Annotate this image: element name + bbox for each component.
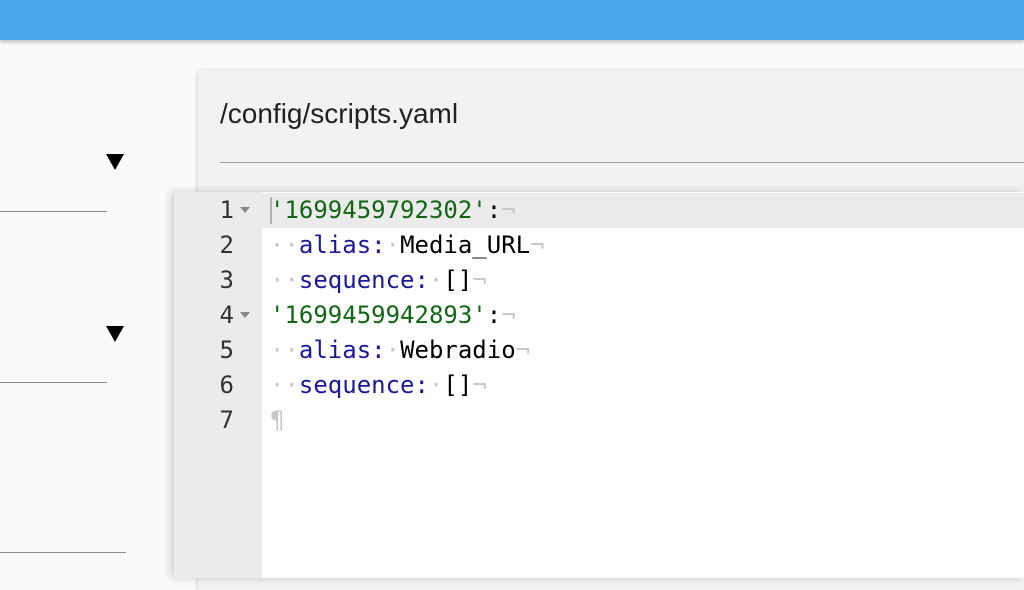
code-line[interactable]: 4 '1699459942893':¬ bbox=[174, 298, 1024, 333]
code-token: alias bbox=[298, 231, 372, 259]
code-token: [] bbox=[443, 266, 473, 294]
code-token: : bbox=[486, 196, 502, 224]
code-token: ¬ bbox=[472, 371, 487, 399]
code-token: : bbox=[486, 301, 502, 329]
code-token: · bbox=[428, 371, 444, 399]
code-token: '1699459792302' bbox=[270, 196, 487, 224]
left-panel bbox=[0, 40, 200, 578]
code-line[interactable]: 2 ··alias:·Media_URL¬ bbox=[174, 228, 1024, 263]
code-token: ·· bbox=[270, 231, 299, 259]
code-token: ¬ bbox=[530, 231, 545, 259]
field-underline bbox=[0, 382, 107, 383]
code-editor[interactable]: 1'1699459792302':¬ 2 ··alias:·Media_URL¬ 3 ·… bbox=[174, 192, 1024, 578]
fold-toggle-icon[interactable] bbox=[240, 207, 250, 213]
code-line[interactable]: 5 ··alias:·Webradio¬ bbox=[174, 333, 1024, 368]
code-line[interactable]: 1 '1699459792302':¬ bbox=[174, 193, 1024, 228]
field-underline bbox=[0, 552, 126, 553]
code-token: ¬ bbox=[501, 301, 516, 329]
code-line[interactable]: 6 ··sequence:·[]¬ bbox=[174, 368, 1024, 403]
code-token: · bbox=[385, 231, 401, 259]
file-path-title: /config/scripts.yaml bbox=[220, 98, 459, 129]
code-text: ··alias:·Media_URL¬ bbox=[270, 228, 545, 263]
code-token: ·· bbox=[270, 371, 299, 399]
code-token: : bbox=[414, 266, 429, 294]
line-number: 6 bbox=[219, 371, 234, 399]
code-text: ··sequence:·[]¬ bbox=[270, 368, 487, 403]
field-underline bbox=[0, 211, 107, 212]
code-text: ··alias:·Webradio¬ bbox=[270, 333, 530, 368]
code-token: ¬ bbox=[515, 336, 531, 364]
code-token: sequence bbox=[298, 371, 415, 399]
code-token: · bbox=[428, 266, 444, 294]
code-token: sequence bbox=[298, 266, 415, 294]
code-token: '1699459942893' bbox=[270, 301, 487, 329]
top-app-bar bbox=[0, 0, 1024, 40]
code-token: : bbox=[371, 336, 386, 364]
code-text: '1699459792302':¬ bbox=[270, 193, 516, 228]
line-number: 3 bbox=[219, 266, 234, 294]
code-token: ¶ bbox=[270, 406, 285, 434]
fold-toggle-icon[interactable] bbox=[240, 312, 250, 318]
code-token: : bbox=[414, 371, 429, 399]
code-token: ·· bbox=[270, 336, 299, 364]
code-text: ¶ bbox=[270, 403, 284, 438]
code-token: Media_URL bbox=[400, 231, 531, 259]
line-number: 4 bbox=[219, 301, 234, 329]
code-token: · bbox=[385, 336, 401, 364]
code-token: ¬ bbox=[472, 266, 487, 294]
code-token: Webradio bbox=[400, 336, 516, 364]
code-line[interactable]: 3 ··sequence:·[]¬ bbox=[174, 263, 1024, 298]
code-token: alias bbox=[298, 336, 372, 364]
code-text: '1699459942893':¬ bbox=[270, 298, 516, 333]
dropdown-arrow-icon[interactable] bbox=[106, 326, 124, 342]
code-token: ¬ bbox=[501, 196, 516, 224]
line-number: 5 bbox=[219, 336, 234, 364]
line-number: 7 bbox=[219, 406, 234, 434]
title-divider bbox=[220, 162, 1024, 163]
code-token: ·· bbox=[270, 266, 299, 294]
code-text: ··sequence:·[]¬ bbox=[270, 263, 487, 298]
line-number: 2 bbox=[219, 231, 234, 259]
dropdown-arrow-icon[interactable] bbox=[106, 154, 124, 170]
line-number: 1 bbox=[219, 196, 234, 224]
code-token: : bbox=[371, 231, 386, 259]
code-line[interactable]: 7 ¶ bbox=[174, 403, 1024, 438]
code-token: [] bbox=[443, 371, 473, 399]
